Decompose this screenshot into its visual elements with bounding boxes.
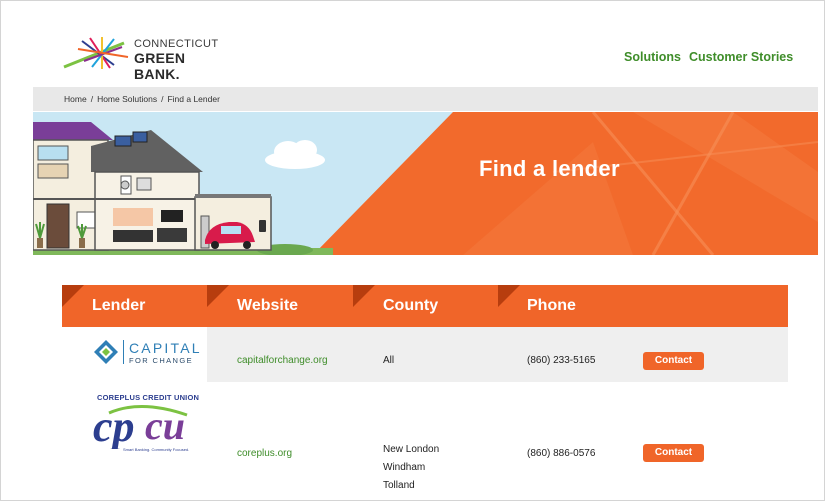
capital-logo-subtext: FOR CHANGE [129, 356, 194, 365]
brand-line2: GREEN BANK. [134, 50, 186, 82]
county-item: Tolland [383, 480, 415, 491]
column-header-website: Website [237, 297, 299, 314]
capital-logo-text: CAPITAL [129, 340, 202, 356]
lender-website-link[interactable]: coreplus.org [237, 448, 292, 459]
lender-county: All [383, 355, 395, 366]
lender-phone: (860) 886-0576 [527, 448, 596, 459]
brand-line1: CONNECTICUT [134, 38, 219, 50]
connecticut-green-bank-logo[interactable]: CONNECTICUT GREEN BANK. [62, 35, 232, 82]
lender-county-list: New London Windham Tolland [383, 444, 439, 498]
hero-illustration [33, 112, 818, 255]
coreplus-logo-title: COREPLUS CREDIT UNION [97, 393, 200, 402]
header-corner-decoration [353, 285, 375, 307]
starburst-logo-icon [63, 37, 129, 69]
lender-phone: (860) 233-5165 [527, 355, 596, 366]
hero-title: Find a lender [479, 156, 620, 181]
coreplus-logo-tagline: Smart Banking. Community Focused. [123, 447, 190, 452]
nav-customer-stories[interactable]: Customer Stories [689, 50, 793, 64]
column-header-phone: Phone [527, 297, 576, 314]
header-corner-decoration [207, 285, 229, 307]
contact-button[interactable]: Contact [643, 444, 704, 462]
capital-for-change-diamond-icon[interactable] [93, 339, 119, 365]
breadcrumb: Home / Home Solutions / Find a Lender [33, 87, 818, 111]
coreplus-cpcu-logo-icon[interactable]: cp cu [91, 403, 199, 449]
nav-solutions[interactable]: Solutions [624, 50, 681, 64]
column-header-lender: Lender [92, 297, 146, 314]
county-item: New London [383, 444, 440, 455]
breadcrumb-separator: / [161, 94, 164, 104]
breadcrumb-separator: / [90, 94, 94, 104]
page-frame: CONNECTICUT GREEN BANK. Solutions Custom… [0, 0, 825, 501]
breadcrumb-home[interactable]: Home [64, 94, 87, 104]
breadcrumb-home-solutions[interactable]: Home Solutions [97, 94, 157, 104]
contact-button[interactable]: Contact [643, 352, 704, 370]
lender-website-link[interactable]: capitalforchange.org [237, 355, 328, 366]
column-header-county: County [383, 297, 439, 314]
county-item: Windham [383, 462, 426, 473]
header-corner-decoration [62, 285, 84, 307]
breadcrumb-current: Find a Lender [167, 94, 220, 104]
logo-divider [123, 340, 124, 364]
hero-banner: Find a lender [33, 112, 818, 255]
header-corner-decoration [498, 285, 520, 307]
lender-table-header: Lender Website County Phone [62, 285, 788, 327]
